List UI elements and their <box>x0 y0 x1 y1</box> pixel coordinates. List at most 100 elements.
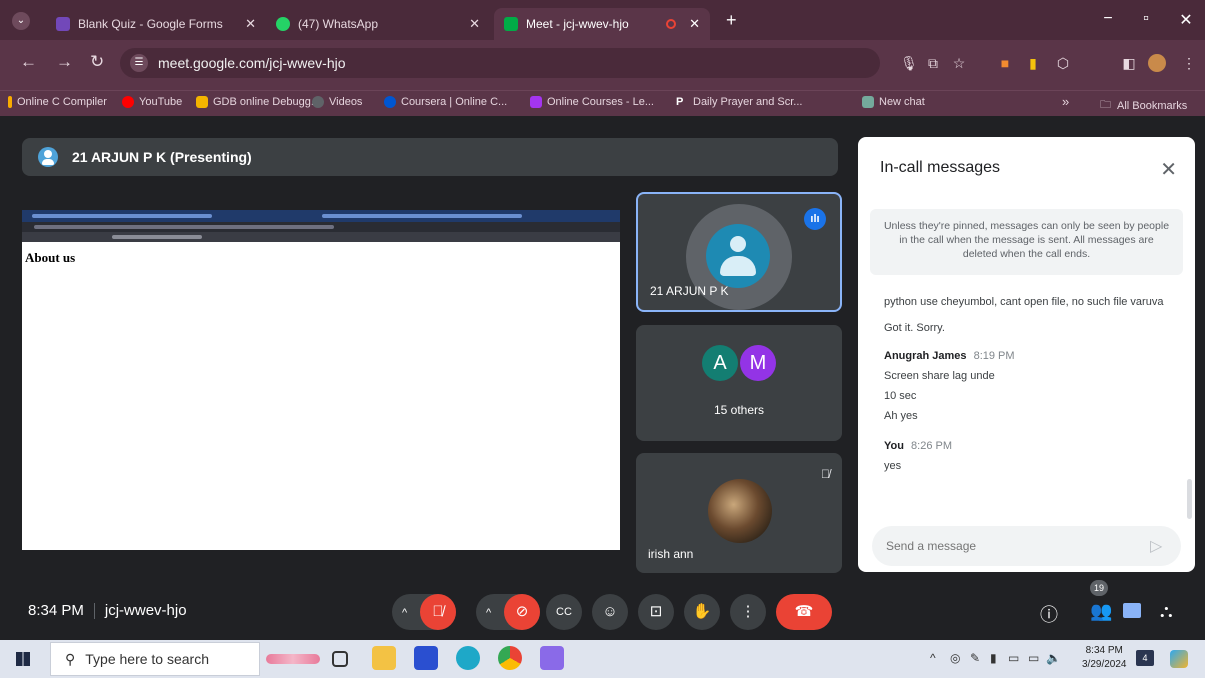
meet-stage: 21 ARJUN P K (Presenting) About us ılı 2… <box>0 116 1205 640</box>
bookmark-new-chat[interactable]: New chat <box>862 96 925 108</box>
avatar <box>706 224 770 288</box>
shared-screen[interactable]: About us <box>22 210 620 550</box>
people-icon[interactable]: 👥 <box>1090 601 1112 622</box>
edge-icon[interactable] <box>456 646 480 670</box>
camera-off-icon[interactable]: ⊘ <box>504 594 540 630</box>
avatar-letter: M <box>740 345 776 381</box>
address-toolbar: ← → ↻ ☰ meet.google.com/jcj-wwev-hjo 🎙 ⧉… <box>0 40 1205 90</box>
present-button[interactable]: ⊡ <box>638 594 674 630</box>
close-tab-icon[interactable]: ✕ <box>469 16 480 32</box>
raise-hand-button[interactable]: ✋ <box>684 594 720 630</box>
shared-ui-detail <box>34 225 334 229</box>
open-in-window-icon[interactable]: ⧉ <box>924 54 942 72</box>
chevron-up-icon[interactable]: ^ <box>402 607 407 619</box>
bookmark-videos[interactable]: Videos <box>312 96 362 108</box>
taskbar-clock[interactable]: 8:34 PM 3/29/2024 <box>1082 644 1127 672</box>
meeting-details-icon[interactable]: ⓘ <box>1040 601 1058 627</box>
tab-meet[interactable]: Meet - jcj-wwev-hjo ✕ <box>494 8 710 40</box>
tab-forms[interactable]: Blank Quiz - Google Forms ✕ <box>46 8 266 40</box>
bookmark-daily-prayer[interactable]: P Daily Prayer and Scr... <box>676 96 802 108</box>
side-panel-icon[interactable]: ◧ <box>1120 54 1138 72</box>
app-icon[interactable] <box>414 646 438 670</box>
send-icon[interactable]: ▷ <box>1150 536 1162 556</box>
message-input[interactable] <box>872 526 1181 566</box>
tab-label: Meet - jcj-wwev-hjo <box>526 17 629 31</box>
message-text: python use cheyumbol, cant open file, no… <box>884 296 1164 308</box>
bookmark-gdb[interactable]: GDB online Debugg... <box>196 96 320 108</box>
chevron-up-icon[interactable]: ^ <box>930 651 936 665</box>
close-tab-icon[interactable]: ✕ <box>689 16 700 32</box>
recording-icon <box>666 19 676 29</box>
participant-tile-presenter[interactable]: ılı 21 ARJUN P K <box>636 192 842 312</box>
star-icon[interactable]: ☆ <box>950 54 968 72</box>
copilot-icon[interactable] <box>1170 650 1188 668</box>
file-explorer-icon[interactable] <box>372 646 396 670</box>
chrome-icon[interactable] <box>498 646 522 670</box>
new-tab-button[interactable]: + <box>726 10 737 31</box>
close-window-icon[interactable]: ✕ <box>1176 10 1196 30</box>
url-text: meet.google.com/jcj-wwev-hjo <box>158 55 346 71</box>
tray-icon[interactable]: ◎ <box>950 651 960 665</box>
captions-button[interactable]: CC <box>546 594 582 630</box>
others-count-label: 15 others <box>713 403 765 417</box>
microphone-icon[interactable]: 🎙 <box>900 54 918 72</box>
message-group: Anugrah James 8:19 PM Screen share lag u… <box>884 349 1174 423</box>
leave-call-button[interactable]: ☎ <box>776 594 832 630</box>
back-icon[interactable]: ← <box>20 52 37 72</box>
mic-off-icon[interactable]: 🎙̸ <box>420 594 456 630</box>
site-info-icon[interactable]: ☰ <box>130 54 148 72</box>
display-icon[interactable]: ▭ <box>1008 651 1019 665</box>
message-list[interactable]: - python use cheyumbol, cant open file, … <box>884 287 1174 517</box>
menu-icon[interactable]: ⋮ <box>1180 54 1198 72</box>
forms-icon <box>56 17 70 31</box>
participant-photo <box>708 479 772 543</box>
app-icon[interactable] <box>540 646 564 670</box>
maximize-icon[interactable]: ▫ <box>1136 10 1156 28</box>
extensions-puzzle-icon[interactable]: ⬡ <box>1054 54 1072 72</box>
participant-tile-others[interactable]: A M 15 others <box>636 325 842 441</box>
activities-icon[interactable]: ⛬ <box>1160 601 1173 622</box>
bookmark-online-courses[interactable]: Online Courses - Le... <box>530 96 654 108</box>
bookmark-online-c-compiler[interactable]: Online C Compiler <box>8 96 107 108</box>
bookmark-youtube[interactable]: YouTube <box>122 96 182 108</box>
emoji-button[interactable]: ☺ <box>592 594 628 630</box>
chat-icon[interactable] <box>1123 603 1141 618</box>
volume-icon[interactable]: 🔈 <box>1046 651 1061 665</box>
coursera-icon <box>384 96 396 108</box>
extension-icon[interactable]: ■ <box>996 54 1014 72</box>
battery-icon[interactable]: ▮ <box>990 651 997 665</box>
microphone-control[interactable]: ^ 🎙̸ <box>392 594 456 630</box>
in-call-messages-panel: In-call messages ✕ Unless they're pinned… <box>858 137 1195 572</box>
clock-time: 8:34 PM <box>28 602 84 619</box>
more-options-button[interactable]: ⋮ <box>730 594 766 630</box>
lightning-icon <box>196 96 208 108</box>
network-icon[interactable]: ▭ <box>1028 651 1039 665</box>
scrollbar[interactable] <box>1187 479 1192 519</box>
extension-icon[interactable]: ▮ <box>1024 54 1042 72</box>
chevron-up-icon[interactable]: ^ <box>486 607 491 619</box>
bookmark-coursera[interactable]: Coursera | Online C... <box>384 96 507 108</box>
close-icon[interactable]: ✕ <box>1160 157 1177 182</box>
close-tab-icon[interactable]: ✕ <box>245 16 256 32</box>
task-view-icon[interactable] <box>332 651 348 667</box>
tab-whatsapp[interactable]: (47) WhatsApp ✕ <box>266 8 490 40</box>
minimize-icon[interactable]: − <box>1098 10 1118 28</box>
reload-icon[interactable]: ↻ <box>90 52 104 72</box>
url-bar[interactable]: ☰ meet.google.com/jcj-wwev-hjo <box>120 48 880 78</box>
tab-search-button[interactable]: ⌄ <box>12 12 30 30</box>
bookmarks-bar: Online C Compiler YouTube GDB online Deb… <box>0 90 1205 116</box>
forward-icon[interactable]: → <box>56 52 73 72</box>
windows-start-icon[interactable] <box>16 652 30 666</box>
bookmarks-overflow-button[interactable]: » <box>1062 94 1069 109</box>
taskbar-search[interactable]: ⚲ Type here to search <box>50 642 260 676</box>
camera-control[interactable]: ^ ⊘ <box>476 594 540 630</box>
profile-avatar[interactable] <box>1148 54 1166 72</box>
notification-badge[interactable]: 4 <box>1136 650 1154 666</box>
all-bookmarks-button[interactable]: 🗀 All Bookmarks <box>1100 96 1187 115</box>
participant-name: irish ann <box>648 547 694 561</box>
message-group: - python use cheyumbol, cant open file, … <box>884 287 1174 335</box>
bookmark-label: GDB online Debugg... <box>213 96 321 108</box>
participant-tile-irish[interactable]: 🎙̸ irish ann <box>636 453 842 573</box>
pen-icon[interactable]: ✎ <box>970 651 980 665</box>
widgets-icon[interactable] <box>266 654 320 664</box>
